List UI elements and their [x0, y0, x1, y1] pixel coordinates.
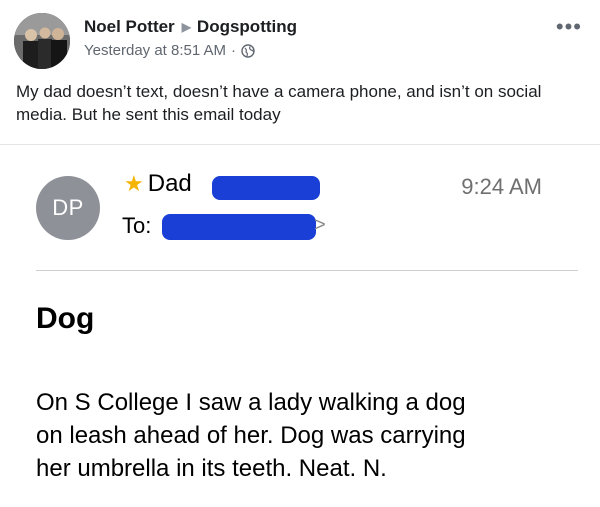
email-sender-row: ★ Dad: [124, 170, 192, 198]
email-body: On S College I saw a lady walking a dog …: [36, 386, 576, 485]
author-name-link[interactable]: Noel Potter: [84, 17, 175, 37]
recipient-redaction: [162, 214, 316, 240]
post-timestamp[interactable]: Yesterday at 8:51 AM: [84, 42, 226, 59]
globe-icon[interactable]: [241, 43, 255, 58]
email-recipient-row: To:: [122, 213, 151, 239]
avatar-photo: [14, 13, 70, 69]
sender-name[interactable]: Dad: [148, 170, 192, 198]
to-label: To:: [122, 213, 152, 238]
arrow-right-icon: ▶: [181, 20, 191, 34]
chevron-right-icon[interactable]: >: [314, 214, 326, 237]
email-subject: Dog: [36, 302, 95, 335]
more-options-button[interactable]: •••: [556, 16, 582, 38]
author-line: Noel Potter ▶ Dogspotting: [84, 17, 297, 37]
email-divider: [36, 270, 578, 271]
post-header: Noel Potter ▶ Dogspotting Yesterday at 8…: [0, 0, 600, 75]
email-body-line: her umbrella in its teeth. Neat. N.: [36, 455, 387, 482]
email-time: 9:24 AM: [461, 174, 542, 199]
email-sender-avatar: DP: [36, 176, 100, 240]
sender-address-redaction: [212, 176, 320, 200]
post-meta: Yesterday at 8:51 AM ·: [84, 42, 255, 59]
meta-separator: ·: [231, 42, 237, 59]
email-body-line: on leash ahead of her. Dog was carrying: [36, 422, 466, 449]
post-divider: [0, 144, 600, 145]
post-text: My dad doesn’t text, doesn’t have a came…: [16, 82, 542, 124]
avatar-initials: DP: [52, 195, 84, 220]
author-avatar[interactable]: [14, 13, 70, 69]
group-name-link[interactable]: Dogspotting: [197, 17, 297, 37]
email-body-line: On S College I saw a lady walking a dog: [36, 389, 466, 416]
star-icon[interactable]: ★: [124, 171, 144, 197]
